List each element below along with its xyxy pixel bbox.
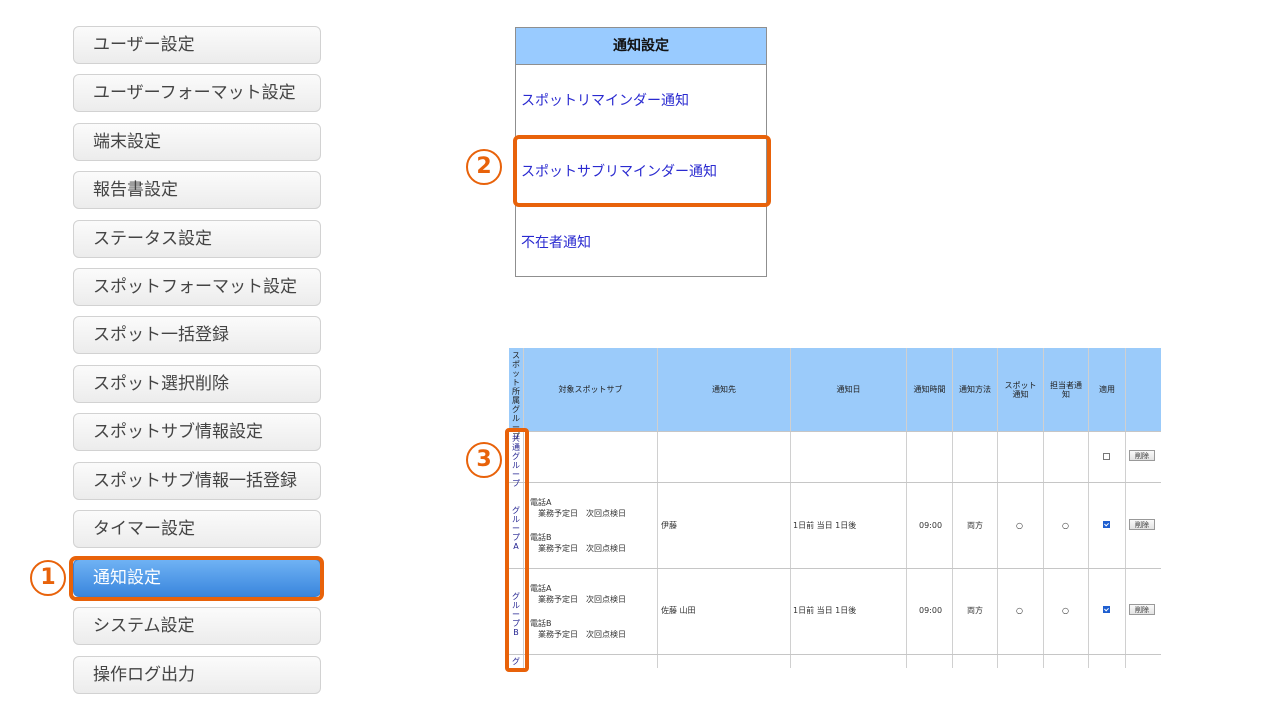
highlight-frame-spot-sub-reminder bbox=[513, 135, 771, 207]
delete-button[interactable]: 削除 bbox=[1129, 519, 1155, 530]
header-apply: 適用 bbox=[1099, 385, 1115, 394]
sidebar-item-timer-settings[interactable]: タイマー設定 bbox=[73, 510, 321, 548]
header-recipient: 通知先 bbox=[712, 385, 736, 394]
spot-notify-cell: ○ bbox=[1016, 606, 1023, 615]
assignee-notify-cell: ○ bbox=[1062, 521, 1069, 530]
apply-checkbox[interactable] bbox=[1103, 521, 1110, 528]
apply-checkbox[interactable] bbox=[1103, 606, 1110, 613]
target-line: 業務予定日 次回点検日 bbox=[530, 509, 626, 518]
sidebar-item-spot-format-settings[interactable]: スポットフォーマット設定 bbox=[73, 268, 321, 306]
target-line: 電話B bbox=[530, 533, 552, 542]
header-assignee-notify: 担当者通知 bbox=[1050, 380, 1082, 399]
recipient-cell: 伊藤 bbox=[661, 521, 677, 530]
delete-button[interactable]: 削除 bbox=[1129, 450, 1155, 461]
target-line: 業務予定日 次回点検日 bbox=[530, 544, 626, 553]
absentee-notification-link[interactable]: 不在者通知 bbox=[521, 232, 591, 252]
header-notify-time: 通知時間 bbox=[913, 385, 946, 394]
sidebar-item-operation-log-export[interactable]: 操作ログ出力 bbox=[73, 656, 321, 694]
notify-day-cell: 1日前 当日 1日後 bbox=[793, 521, 857, 530]
target-line: 電話B bbox=[530, 619, 552, 628]
sidebar-item-status-settings[interactable]: ステータス設定 bbox=[73, 220, 321, 258]
sidebar-item-user-settings[interactable]: ユーザー設定 bbox=[73, 26, 321, 64]
spot-reminder-link[interactable]: スポットリマインダー通知 bbox=[521, 90, 689, 110]
highlight-frame-notification-settings bbox=[69, 556, 324, 601]
target-line: 電話A bbox=[530, 584, 552, 593]
target-line: 業務予定日 次回点検日 bbox=[530, 630, 626, 639]
notify-method-cell: 両方 bbox=[967, 521, 983, 530]
highlight-frame-group-column bbox=[505, 428, 529, 672]
target-line: 業務予定日 次回点検日 bbox=[530, 595, 626, 604]
recipient-cell: 佐藤 山田 bbox=[661, 606, 696, 615]
sidebar-item-user-format-settings[interactable]: ユーザーフォーマット設定 bbox=[73, 74, 321, 112]
header-spot-notify: スポット通知 bbox=[1004, 380, 1037, 399]
step-marker-1: 1 bbox=[30, 560, 66, 596]
header-notify-method: 通知方法 bbox=[959, 385, 991, 394]
step-marker-2: 2 bbox=[466, 149, 502, 185]
notify-time-cell: 09:00 bbox=[919, 606, 943, 615]
sidebar-item-spot-bulk-register[interactable]: スポット一括登録 bbox=[73, 316, 321, 354]
notify-day-cell: 1日前 当日 1日後 bbox=[793, 606, 857, 615]
delete-button[interactable]: 削除 bbox=[1129, 604, 1155, 615]
notify-time-cell: 09:00 bbox=[919, 521, 943, 530]
sidebar-item-spot-sub-info-settings[interactable]: スポットサブ情報設定 bbox=[73, 413, 321, 451]
sidebar-item-spot-select-delete[interactable]: スポット選択削除 bbox=[73, 365, 321, 403]
sidebar-item-system-settings[interactable]: システム設定 bbox=[73, 607, 321, 645]
spot-notify-cell: ○ bbox=[1016, 521, 1023, 530]
sidebar-item-spot-sub-info-bulk-register[interactable]: スポットサブ情報一括登録 bbox=[73, 462, 321, 500]
sidebar-item-device-settings[interactable]: 端末設定 bbox=[73, 123, 321, 161]
step-marker-3: 3 bbox=[466, 442, 502, 478]
assignee-notify-cell: ○ bbox=[1062, 606, 1069, 615]
notify-method-cell: 両方 bbox=[967, 606, 983, 615]
notification-menu-title: 通知設定 bbox=[516, 28, 766, 65]
target-line: 電話A bbox=[530, 498, 552, 507]
header-notify-day: 通知日 bbox=[836, 385, 861, 394]
sidebar-item-report-settings[interactable]: 報告書設定 bbox=[73, 171, 321, 209]
notification-rules-table: スポット所属グループ 対象スポットサブ 通知先 通知日 通知時間 通知方法 スポ… bbox=[509, 348, 1161, 668]
header-target-spot-sub: 対象スポットサブ bbox=[558, 385, 623, 394]
apply-checkbox[interactable] bbox=[1103, 453, 1110, 460]
